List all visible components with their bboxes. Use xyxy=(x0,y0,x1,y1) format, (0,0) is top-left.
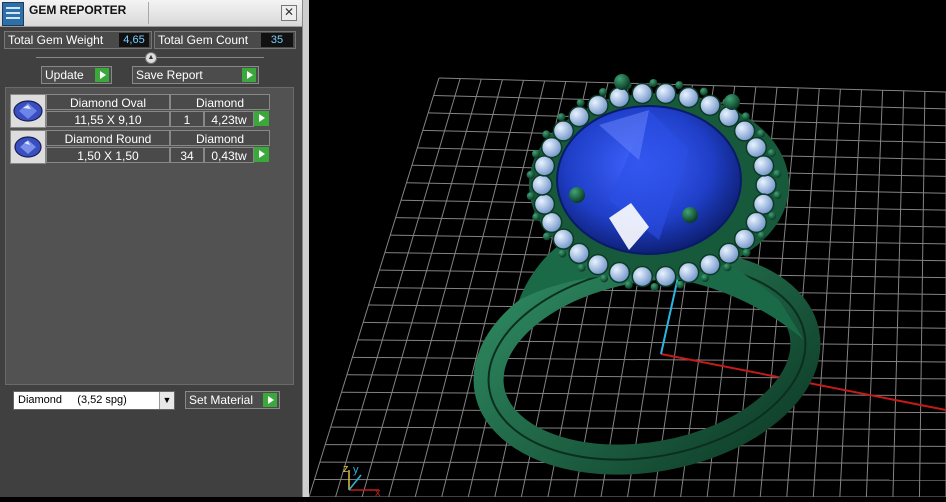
3d-viewport[interactable]: z y x xyxy=(309,0,946,497)
axis-label-y: y xyxy=(353,464,359,476)
gem-size: 11,55 X 9,10 xyxy=(46,111,170,127)
play-icon xyxy=(242,68,256,82)
row-play-icon[interactable] xyxy=(254,147,269,162)
total-gem-weight-label: Total Gem Weight xyxy=(8,33,103,47)
total-gem-weight: Total Gem Weight 4,65 xyxy=(4,31,152,49)
gem-reporter-panel: GEM REPORTER ✕ Total Gem Weight 4,65 Tot… xyxy=(0,0,302,497)
material-select-value: Diamond (3,52 spg) xyxy=(18,394,127,406)
axis-label-x: x xyxy=(375,487,381,497)
play-icon xyxy=(95,68,109,82)
gem-weight: 0,43tw xyxy=(204,147,254,163)
material-select[interactable]: Diamond (3,52 spg) ▼ xyxy=(13,391,175,410)
save-report-button[interactable]: Save Report xyxy=(132,66,259,84)
gem-count: 34 xyxy=(170,147,204,163)
save-report-button-label: Save Report xyxy=(136,68,203,82)
window-title: GEM REPORTER xyxy=(29,3,126,17)
gem-row-diamond-oval[interactable]: Diamond Oval Diamond 11,55 X 9,10 1 4,23… xyxy=(10,94,270,128)
total-gem-count-label: Total Gem Count xyxy=(158,33,248,47)
gem-weight: 4,23tw xyxy=(204,111,254,127)
axis-label-z: z xyxy=(343,463,349,475)
title-bar: GEM REPORTER ✕ xyxy=(0,0,302,27)
set-material-button-label: Set Material xyxy=(189,393,253,407)
ring-model[interactable] xyxy=(473,74,821,483)
update-button[interactable]: Update xyxy=(41,66,112,84)
total-gem-weight-value: 4,65 xyxy=(119,33,149,47)
round-gem-icon xyxy=(10,130,46,164)
total-gem-count: Total Gem Count 35 xyxy=(154,31,296,49)
viewport-canvas[interactable]: z y x xyxy=(309,0,946,497)
gem-size: 1,50 X 1,50 xyxy=(46,147,170,163)
close-icon[interactable]: ✕ xyxy=(281,5,297,21)
gem-name: Diamond Oval xyxy=(46,94,170,110)
oval-gem-icon xyxy=(10,94,46,128)
row-play-icon[interactable] xyxy=(254,111,269,126)
gem-list: Diamond Oval Diamond 11,55 X 9,10 1 4,23… xyxy=(5,87,294,385)
gem-row-diamond-round[interactable]: Diamond Round Diamond 1,50 X 1,50 34 0,4… xyxy=(10,130,270,164)
gem-material: Diamond xyxy=(170,94,270,110)
gem-name: Diamond Round xyxy=(46,130,170,146)
gem-material: Diamond xyxy=(170,130,270,146)
gem-reporter-app-icon xyxy=(2,2,24,26)
set-material-button[interactable]: Set Material xyxy=(185,391,280,409)
title-separator xyxy=(148,2,149,24)
gem-count: 1 xyxy=(170,111,204,127)
collapse-icon[interactable]: ▲ xyxy=(145,52,157,64)
play-icon xyxy=(263,393,277,407)
update-button-label: Update xyxy=(45,68,84,82)
chevron-down-icon[interactable]: ▼ xyxy=(159,392,174,409)
total-gem-count-value: 35 xyxy=(261,33,293,47)
